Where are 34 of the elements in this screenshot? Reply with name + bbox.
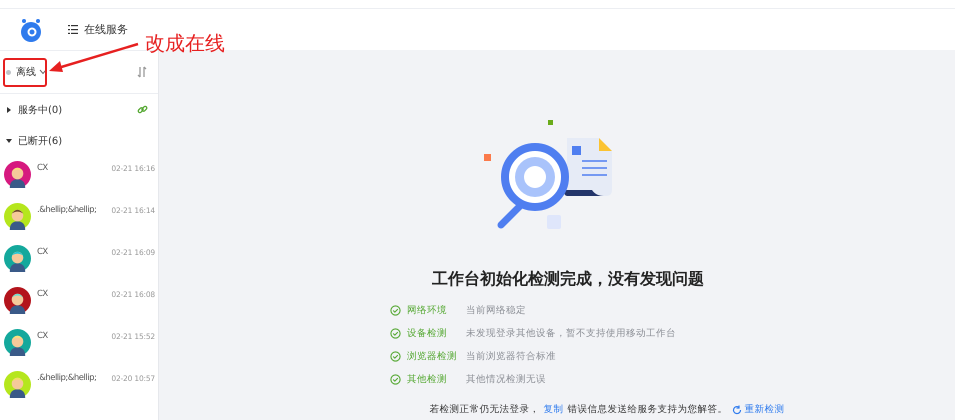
list-icon <box>68 25 78 34</box>
check-name: 设备检测 <box>407 327 448 340</box>
check-name: 浏览器检测 <box>407 350 458 363</box>
contact-name[interactable]: .&hellip;&hellip; <box>37 373 96 383</box>
contact-name[interactable]: CX <box>37 163 48 173</box>
menu-label: 在线服务 <box>84 22 128 37</box>
annotation-text: 改成在线 <box>145 30 225 57</box>
check-name: 其他检测 <box>407 373 448 386</box>
group-label: 服务中(0) <box>18 104 62 116</box>
check-detail: 当前浏览器符合标准 <box>466 350 556 363</box>
check-detail: 未发现登录其他设备，暂不支持使用移动工作台 <box>466 327 676 340</box>
check-detail: 其他情况检测无误 <box>466 373 546 386</box>
footer-text: 错误信息发送给服务支持为您解答。 <box>568 403 728 416</box>
highlight-frame <box>3 58 47 87</box>
group-label: 已断开(6) <box>18 134 62 148</box>
check-name: 网络环境 <box>407 304 448 317</box>
chevron-down-icon <box>39 69 47 75</box>
footer-text: 若检测正常仍无法登录， <box>430 403 540 416</box>
contact-name[interactable]: CX <box>37 289 48 299</box>
online-service-menu[interactable]: 在线服务 <box>68 22 128 37</box>
contact-name[interactable]: .&hellip;&hellip; <box>37 205 96 215</box>
retry-link[interactable]: 重新检测 <box>732 403 784 416</box>
copy-link[interactable]: 复制 <box>544 403 564 416</box>
robot-logo <box>18 16 44 42</box>
link-icon[interactable] <box>137 104 148 115</box>
check-detail: 当前网络稳定 <box>466 304 526 317</box>
group-header[interactable]: 服务中(0) <box>0 94 158 125</box>
contact-name[interactable]: CX <box>37 247 48 257</box>
result-title: 工作台初始化检测完成，没有发现问题 <box>432 269 704 290</box>
status-dropdown[interactable]: 离线 <box>16 65 47 79</box>
contact-name[interactable]: CX <box>37 331 48 341</box>
sort-icon[interactable] <box>136 66 148 78</box>
refresh-icon <box>732 404 742 414</box>
group-header[interactable]: 已断开(6) <box>0 125 158 156</box>
